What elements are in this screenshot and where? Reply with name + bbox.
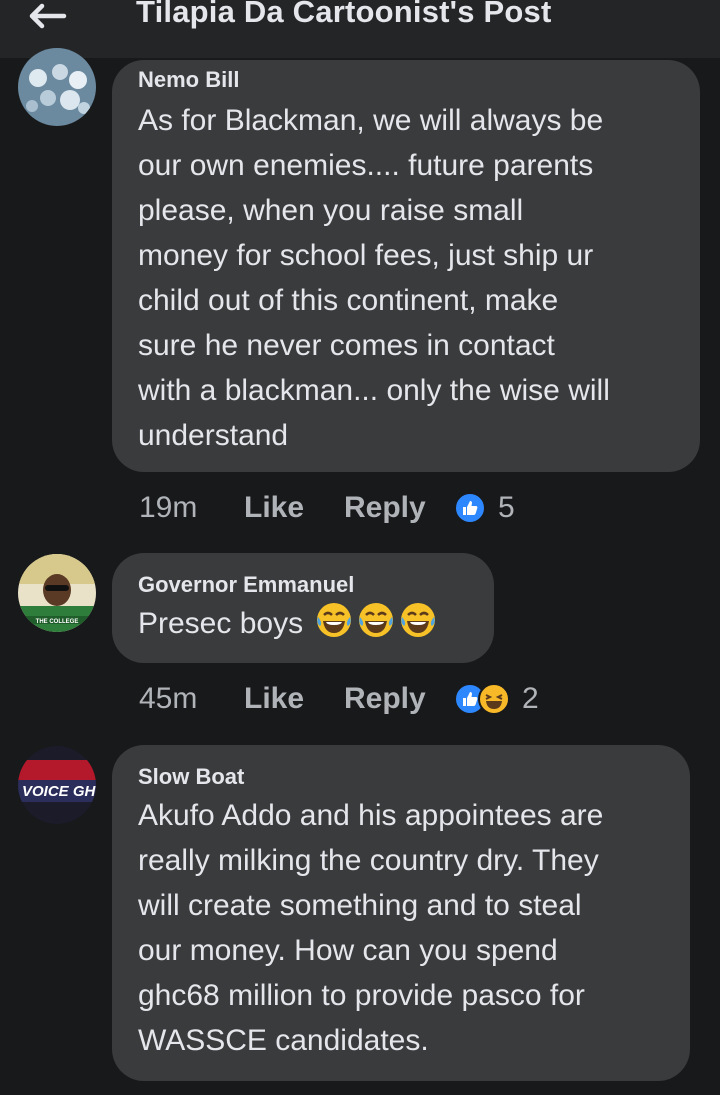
comment-actions: 19m Like Reply 5: [139, 488, 515, 528]
back-button[interactable]: [24, 0, 72, 32]
reply-button[interactable]: Reply: [344, 682, 454, 716]
comment-bubble: Governor Emmanuel Presec boys: [112, 553, 494, 663]
comment-author[interactable]: Slow Boat: [138, 763, 664, 791]
comment-actions: 45m Like Reply 2: [139, 679, 539, 719]
reactions-summary[interactable]: [454, 683, 510, 715]
avatar[interactable]: THE COLLEGE: [18, 554, 96, 632]
top-bar: Tilapia Da Cartoonist's Post: [0, 0, 720, 58]
reply-button[interactable]: Reply: [344, 491, 454, 525]
avatar-caption: THE COLLEGE: [36, 619, 79, 625]
avatar-caption: VOICE GHA: [22, 783, 96, 800]
avatar[interactable]: [18, 48, 96, 126]
reaction-count[interactable]: 2: [522, 682, 539, 716]
reaction-count[interactable]: 5: [498, 491, 515, 525]
person-avatar-image: THE COLLEGE: [18, 554, 96, 632]
comment-timestamp[interactable]: 19m: [139, 491, 244, 525]
comment-bubble: Slow Boat Akufo Addo and his appointees …: [112, 745, 690, 1081]
comment-author[interactable]: Nemo Bill: [138, 66, 674, 94]
like-button[interactable]: Like: [244, 682, 344, 716]
news-logo-avatar-image: VOICE GHA: [18, 746, 96, 824]
tears-of-joy-emoji-icon: [317, 603, 352, 637]
page-title: Tilapia Da Cartoonist's Post: [136, 0, 552, 29]
comment-bubble: Nemo Bill As for Blackman, we will alway…: [112, 60, 700, 472]
comment-text: Akufo Addo and his appointees are really…: [138, 799, 604, 1057]
reactions-summary[interactable]: [454, 492, 486, 524]
haha-reaction-icon: [478, 683, 510, 715]
like-button[interactable]: Like: [244, 491, 344, 525]
comment-author[interactable]: Governor Emmanuel: [138, 571, 468, 599]
back-arrow-icon: [29, 3, 67, 29]
comment-text: Presec boys: [138, 601, 468, 646]
thumbs-up-icon: [454, 492, 486, 524]
tears-of-joy-emoji-icon: [359, 603, 394, 637]
avatar[interactable]: VOICE GHA: [18, 746, 96, 824]
tears-of-joy-emoji-icon: [401, 603, 436, 637]
diamonds-avatar-image: [18, 48, 96, 126]
comment-timestamp[interactable]: 45m: [139, 682, 244, 716]
comment-text: As for Blackman, we will always be our o…: [138, 104, 610, 452]
